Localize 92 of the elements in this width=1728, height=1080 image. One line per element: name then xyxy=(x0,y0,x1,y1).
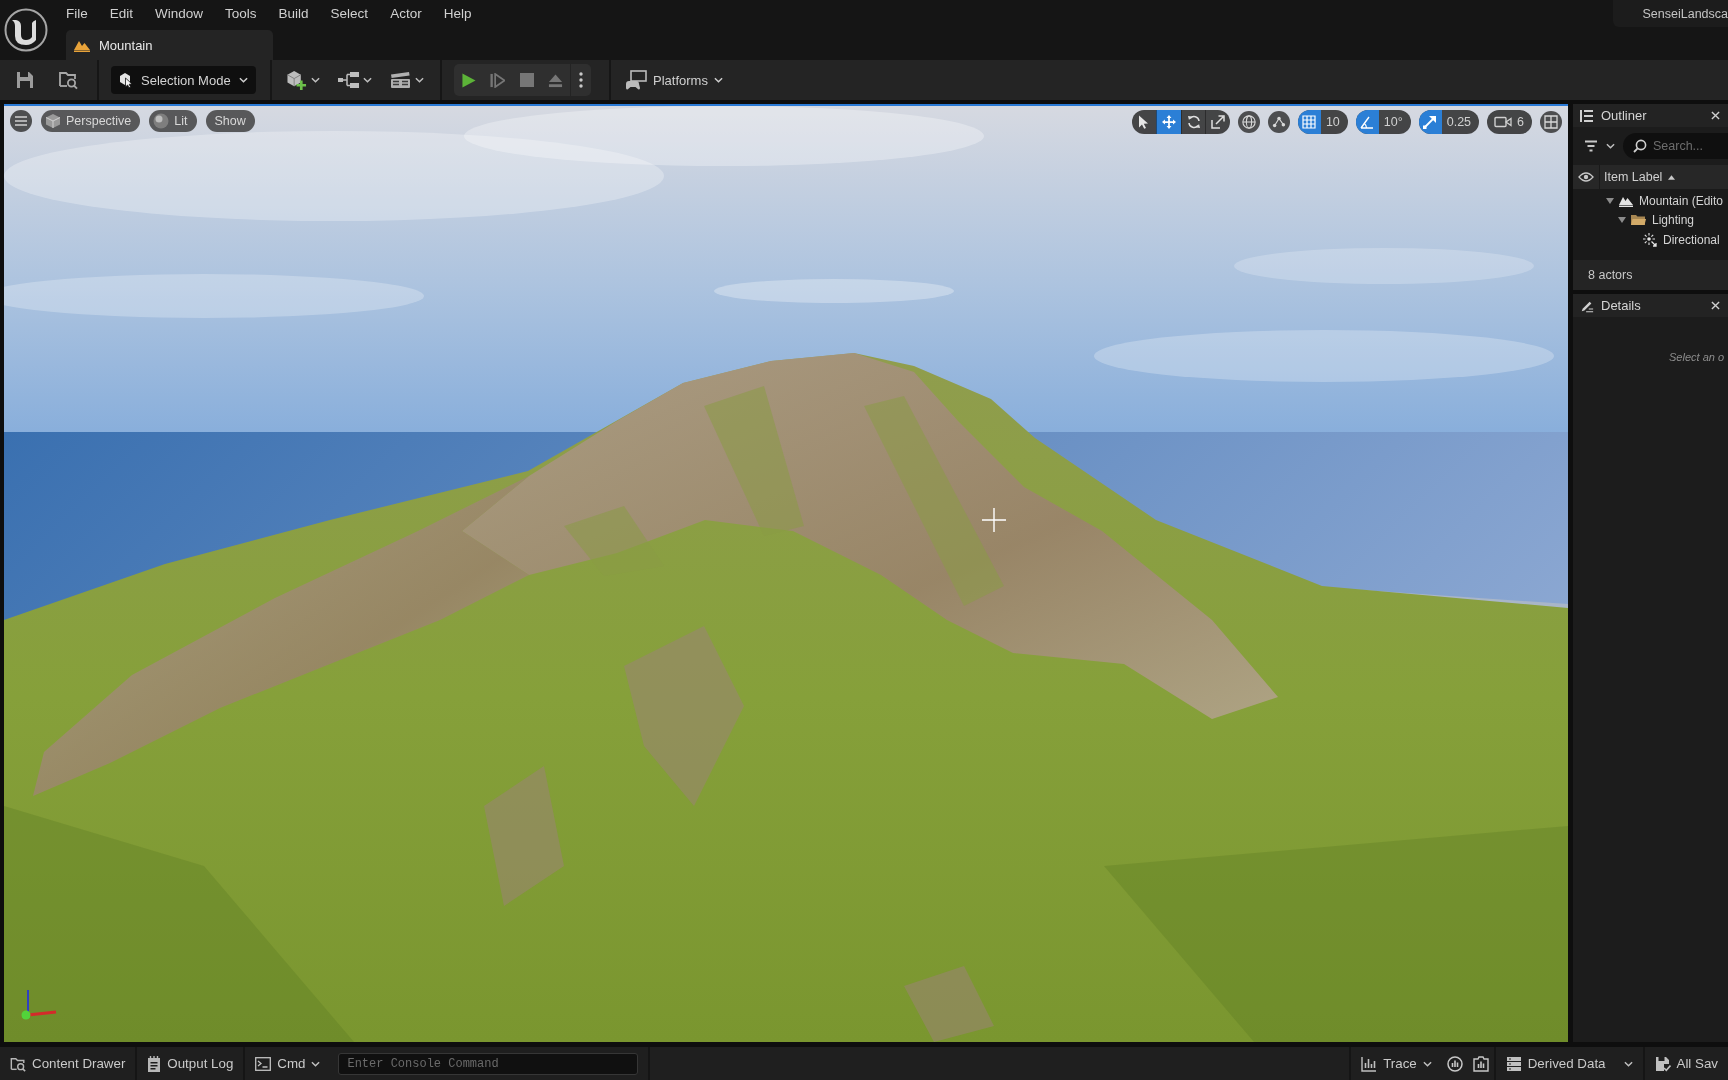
platforms-dropdown[interactable]: Platforms xyxy=(623,65,725,95)
grid-snap-value[interactable]: 10 xyxy=(1320,110,1348,134)
clapperboard-icon xyxy=(390,70,412,90)
details-tab[interactable]: Details xyxy=(1573,294,1728,317)
grid-icon xyxy=(1302,115,1317,129)
menu-item[interactable]: Window xyxy=(144,1,215,26)
disclosure-triangle-icon[interactable] xyxy=(1618,217,1626,224)
caret-icon xyxy=(1623,1060,1633,1067)
caret-icon xyxy=(239,77,248,83)
play-icon xyxy=(461,72,476,88)
menu-item[interactable]: Tools xyxy=(214,1,268,26)
trace-button[interactable]: Trace xyxy=(1351,1047,1442,1080)
caret-icon xyxy=(311,1060,321,1067)
circle-logo-icon[interactable] xyxy=(4,8,48,52)
camera-speed-button[interactable]: 6 xyxy=(1487,110,1532,134)
outliner-tab[interactable]: Outliner xyxy=(1573,104,1728,127)
filter-button[interactable] xyxy=(1584,140,1615,152)
caret-icon xyxy=(713,77,723,83)
details-hint: Select an o xyxy=(1669,351,1725,363)
perspective-button[interactable]: Perspective xyxy=(41,110,141,132)
caret-icon xyxy=(1422,1060,1432,1067)
document-tab[interactable]: Mountain xyxy=(66,30,273,60)
crosshair-icon xyxy=(982,508,1006,532)
close-icon[interactable] xyxy=(1711,111,1720,120)
angle-icon xyxy=(1360,115,1375,129)
search-icon xyxy=(1633,139,1647,153)
rotate-icon xyxy=(1186,115,1201,129)
sort-arrow-icon xyxy=(1668,174,1676,180)
move-icon xyxy=(1162,115,1177,129)
lit-button[interactable]: Lit xyxy=(149,110,197,132)
eject-icon xyxy=(548,72,563,88)
console-input[interactable]: Enter Console Command xyxy=(338,1052,639,1075)
outliner-row[interactable]: Directional xyxy=(1573,230,1728,250)
globe-icon xyxy=(1241,115,1256,129)
terminal-icon xyxy=(255,1056,272,1071)
menu-icon xyxy=(15,116,27,126)
output-log-button[interactable]: Output Log xyxy=(137,1047,244,1080)
move-tool-button[interactable] xyxy=(1156,110,1181,134)
cmd-dropdown[interactable]: Cmd xyxy=(245,1047,331,1080)
bars-circle-icon[interactable] xyxy=(1446,1055,1463,1072)
content-drawer-button[interactable]: Content Drawer xyxy=(0,1047,136,1080)
stop-icon xyxy=(519,73,534,87)
menu-item[interactable]: Edit xyxy=(98,1,145,26)
layout-icon xyxy=(1544,115,1558,129)
sphere-icon xyxy=(153,113,170,129)
list-icon xyxy=(1580,108,1594,123)
sun-ray-icon xyxy=(1643,232,1657,247)
camera-icon xyxy=(1494,116,1513,128)
eye-icon[interactable] xyxy=(1578,172,1594,182)
selection-mode-dropdown[interactable]: Selection Mode xyxy=(111,66,256,94)
folder-search-icon xyxy=(58,70,78,90)
gamepad-monitor-icon xyxy=(625,70,647,90)
bars-tile-icon[interactable] xyxy=(1472,1055,1489,1072)
node-graph-icon xyxy=(338,70,360,90)
disclosure-triangle-icon[interactable] xyxy=(1606,197,1614,204)
save-all-button[interactable]: All Sav xyxy=(1644,1047,1728,1080)
menu-item[interactable]: File xyxy=(55,1,99,26)
database-icon xyxy=(1505,1055,1522,1072)
menu-item[interactable]: Select xyxy=(319,1,380,26)
project-name: SenseiLandsca xyxy=(1612,0,1728,27)
scale-snap-value[interactable]: 0.25 xyxy=(1441,110,1480,134)
floppy-icon xyxy=(16,71,34,89)
actor-count: 8 actors xyxy=(1573,260,1728,290)
filter-icon xyxy=(1584,140,1598,152)
folder-icon xyxy=(1631,214,1646,227)
caret-icon xyxy=(1606,143,1615,149)
more-vertical-icon xyxy=(579,72,583,88)
search-field[interactable]: Search... xyxy=(1623,133,1728,159)
surface-snap-icon xyxy=(1271,115,1286,129)
save-check-icon xyxy=(1654,1055,1671,1072)
scale-icon xyxy=(1211,115,1226,129)
cube-icon xyxy=(45,113,61,129)
diagonal-arrow-icon xyxy=(1423,115,1438,129)
log-icon xyxy=(147,1055,162,1072)
angle-snap-value[interactable]: 10° xyxy=(1378,110,1411,134)
close-icon[interactable] xyxy=(1711,301,1720,310)
outliner-row[interactable]: Mountain (Edito xyxy=(1573,191,1728,211)
derived-data-button[interactable]: Derived Data xyxy=(1495,1047,1643,1080)
menu-item[interactable]: Build xyxy=(267,1,320,26)
folder-search-icon xyxy=(10,1055,26,1072)
outliner-row[interactable]: Lighting xyxy=(1573,210,1728,230)
chart-icon xyxy=(1361,1055,1378,1072)
menu-item[interactable]: Actor xyxy=(379,1,433,26)
cursor-icon xyxy=(1138,115,1151,129)
frame-advance-icon xyxy=(490,72,505,88)
cube-plus-icon xyxy=(286,70,308,90)
cube-cursor-icon xyxy=(119,72,133,88)
caret-icon xyxy=(363,77,372,83)
caret-icon xyxy=(311,77,320,83)
menu-item[interactable]: Help xyxy=(432,1,483,26)
show-button[interactable]: Show xyxy=(205,110,255,132)
caret-icon xyxy=(415,77,424,83)
